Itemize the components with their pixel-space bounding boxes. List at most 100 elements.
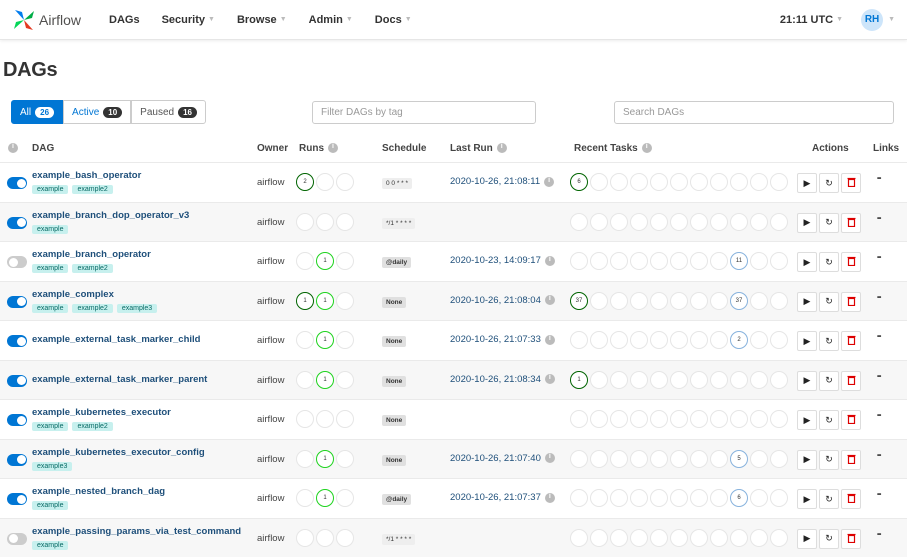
dag-run-circle[interactable] <box>336 173 354 191</box>
tag-badge[interactable]: example2 <box>72 264 112 273</box>
delete-dag-button[interactable] <box>841 331 861 351</box>
dag-run-circle[interactable] <box>316 410 334 428</box>
pause-toggle[interactable] <box>7 414 27 426</box>
task-state-circle[interactable] <box>610 213 628 231</box>
task-state-circle[interactable]: 6 <box>730 489 748 507</box>
last-run-text[interactable]: 2020-10-26, 21:07:33 <box>450 334 541 345</box>
pause-toggle[interactable] <box>7 177 27 189</box>
task-state-circle[interactable] <box>730 173 748 191</box>
refresh-dag-button[interactable]: ↻ <box>819 489 839 509</box>
task-state-circle[interactable] <box>650 489 668 507</box>
dag-name-link[interactable]: example_branch_operator <box>32 249 151 260</box>
dag-run-circle[interactable] <box>336 252 354 270</box>
task-state-circle[interactable] <box>630 252 648 270</box>
dag-name-link[interactable]: example_passing_params_via_test_command <box>32 526 241 537</box>
tag-badge[interactable]: example2 <box>72 304 112 313</box>
pause-toggle[interactable] <box>7 256 27 268</box>
col-owner[interactable]: Owner <box>257 143 288 154</box>
task-state-circle[interactable] <box>570 410 588 428</box>
nav-browse[interactable]: Browse▼ <box>237 14 287 26</box>
tag-badge[interactable]: example3 <box>32 462 72 471</box>
pause-toggle[interactable] <box>7 335 27 347</box>
task-state-circle[interactable] <box>770 371 788 389</box>
trigger-dag-button[interactable]: ▶ <box>797 410 817 430</box>
trigger-dag-button[interactable]: ▶ <box>797 213 817 233</box>
more-links-icon[interactable]: ••• <box>877 216 880 222</box>
dag-run-circle[interactable] <box>336 331 354 349</box>
task-state-circle[interactable] <box>690 410 708 428</box>
last-run-link[interactable]: 2020-10-26, 21:07:37 <box>450 492 555 503</box>
dag-run-circle[interactable] <box>296 331 314 349</box>
task-state-circle[interactable] <box>590 450 608 468</box>
task-state-circle[interactable] <box>690 173 708 191</box>
task-state-circle[interactable] <box>750 489 768 507</box>
task-state-circle[interactable] <box>650 450 668 468</box>
task-state-circle[interactable] <box>730 371 748 389</box>
last-run-link[interactable]: 2020-10-26, 21:07:33 <box>450 334 555 345</box>
col-dag[interactable]: DAG <box>32 143 54 154</box>
task-state-circle[interactable] <box>590 173 608 191</box>
dag-run-circle[interactable]: 1 <box>316 292 334 310</box>
task-state-circle[interactable] <box>650 529 668 547</box>
more-links-icon[interactable]: ••• <box>877 532 880 538</box>
task-state-circle[interactable] <box>610 529 628 547</box>
dag-run-circle[interactable] <box>316 173 334 191</box>
pause-toggle[interactable] <box>7 454 27 466</box>
last-run-text[interactable]: 2020-10-26, 21:07:37 <box>450 492 541 503</box>
task-state-circle[interactable] <box>750 371 768 389</box>
tag-badge[interactable]: example2 <box>72 185 112 194</box>
task-state-circle[interactable] <box>710 489 728 507</box>
task-state-circle[interactable] <box>770 489 788 507</box>
nav-docs[interactable]: Docs▼ <box>375 14 412 26</box>
dag-name-link[interactable]: example_bash_operator <box>32 170 141 181</box>
dag-run-circle[interactable] <box>336 410 354 428</box>
task-state-circle[interactable] <box>650 173 668 191</box>
task-state-circle[interactable] <box>770 292 788 310</box>
task-state-circle[interactable] <box>770 529 788 547</box>
task-state-circle[interactable] <box>570 331 588 349</box>
more-links-icon[interactable]: ••• <box>877 334 880 340</box>
task-state-circle[interactable] <box>670 489 688 507</box>
delete-dag-button[interactable] <box>841 410 861 430</box>
dag-run-circle[interactable] <box>316 529 334 547</box>
dag-run-circle[interactable] <box>336 292 354 310</box>
dag-run-circle[interactable] <box>336 529 354 547</box>
tag-badge[interactable]: example <box>32 541 68 550</box>
task-state-circle[interactable] <box>590 410 608 428</box>
task-state-circle[interactable] <box>590 213 608 231</box>
task-state-circle[interactable] <box>570 252 588 270</box>
trigger-dag-button[interactable]: ▶ <box>797 450 817 470</box>
task-state-circle[interactable] <box>650 371 668 389</box>
task-state-circle[interactable] <box>590 489 608 507</box>
last-run-text[interactable]: 2020-10-26, 21:08:04 <box>450 295 541 306</box>
task-state-circle[interactable] <box>630 213 648 231</box>
dag-run-circle[interactable] <box>296 213 314 231</box>
task-state-circle[interactable] <box>710 292 728 310</box>
task-state-circle[interactable] <box>590 529 608 547</box>
task-state-circle[interactable] <box>710 331 728 349</box>
task-state-circle[interactable] <box>730 529 748 547</box>
trigger-dag-button[interactable]: ▶ <box>797 292 817 312</box>
task-state-circle[interactable] <box>610 450 628 468</box>
task-state-circle[interactable] <box>650 213 668 231</box>
task-state-circle[interactable] <box>690 292 708 310</box>
task-state-circle[interactable] <box>610 410 628 428</box>
task-state-circle[interactable] <box>770 410 788 428</box>
refresh-dag-button[interactable]: ↻ <box>819 292 839 312</box>
last-run-link[interactable]: 2020-10-23, 14:09:17 <box>450 255 555 266</box>
task-state-circle[interactable] <box>770 213 788 231</box>
task-state-circle[interactable] <box>730 213 748 231</box>
task-state-circle[interactable] <box>770 450 788 468</box>
refresh-dag-button[interactable]: ↻ <box>819 371 839 391</box>
task-state-circle[interactable] <box>610 173 628 191</box>
task-state-circle[interactable] <box>670 529 688 547</box>
dag-run-circle[interactable] <box>316 213 334 231</box>
filter-all-button[interactable]: All26 <box>11 100 63 124</box>
dag-name-link[interactable]: example_branch_dop_operator_v3 <box>32 210 189 221</box>
task-state-circle[interactable] <box>750 410 768 428</box>
delete-dag-button[interactable] <box>841 371 861 391</box>
last-run-text[interactable]: 2020-10-26, 21:08:34 <box>450 374 541 385</box>
pause-toggle[interactable] <box>7 493 27 505</box>
task-state-circle[interactable]: 11 <box>730 252 748 270</box>
task-state-circle[interactable] <box>630 292 648 310</box>
